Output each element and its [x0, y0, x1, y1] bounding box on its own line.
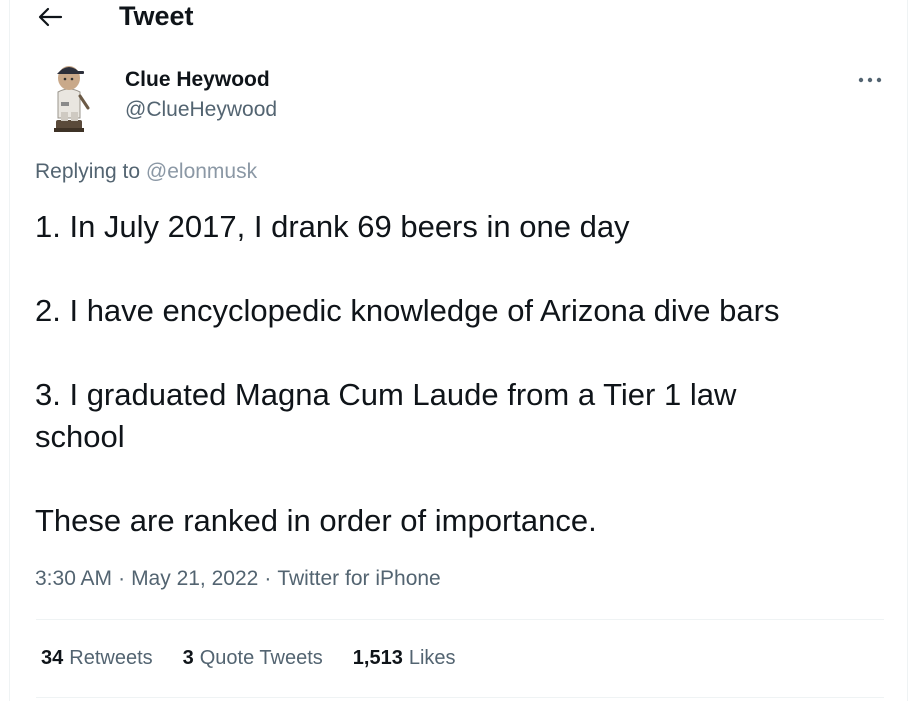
meta-separator: · — [118, 567, 126, 590]
tweet-text: 1. In July 2017, I drank 69 beers in one… — [35, 206, 885, 542]
retweets-count: 34 — [41, 647, 64, 669]
mention-link[interactable]: @elonmusk — [146, 160, 257, 183]
avatar[interactable] — [44, 58, 96, 134]
tweet-detail-page: Tweet Clue Heywood @ClueHeywood Replying… — [0, 0, 919, 701]
arrow-left-icon — [38, 7, 63, 27]
quote-tweets-count: 3 — [182, 647, 194, 669]
tweet-line: 3. I graduated Magna Cum Laude from a Ti… — [35, 377, 737, 412]
retweets-label: Retweets — [69, 647, 153, 669]
page-title: Tweet — [119, 1, 194, 31]
tweet-line: 1. In July 2017, I drank 69 beers in one… — [35, 209, 630, 244]
tweet-stats: 34 Retweets 3 Quote Tweets 1,513 Likes — [41, 647, 456, 670]
meta-separator: · — [264, 567, 272, 590]
divider — [36, 619, 884, 620]
likes-label: Likes — [408, 647, 456, 669]
replying-to-label: Replying to — [35, 160, 141, 183]
page-header: Tweet — [0, 0, 919, 38]
tweet-line: 2. I have encyclopedic knowledge of Ariz… — [35, 293, 780, 328]
more-options-button[interactable] — [852, 68, 888, 92]
column-border-left — [9, 0, 10, 701]
tweet-line: school — [35, 419, 125, 454]
bobblehead-avatar — [54, 66, 90, 132]
author-handle[interactable]: @ClueHeywood — [125, 98, 277, 122]
more-dots-icon — [858, 77, 882, 83]
quote-tweets-label: Quote Tweets — [199, 647, 323, 669]
column-border-right — [907, 0, 908, 701]
author-name[interactable]: Clue Heywood — [125, 68, 270, 92]
likes-count: 1,513 — [352, 647, 403, 669]
tweet-meta: 3:30 AM · May 21, 2022 · Twitter for iPhone — [35, 567, 441, 591]
likes-stat[interactable]: 1,513 Likes — [353, 647, 456, 670]
tweet-source[interactable]: Twitter for iPhone — [277, 567, 440, 590]
tweet-date[interactable]: May 21, 2022 — [131, 567, 258, 590]
quote-tweets-stat[interactable]: 3 Quote Tweets — [183, 647, 323, 670]
divider — [36, 697, 884, 698]
replying-to-line: Replying to @elonmusk — [35, 160, 257, 184]
back-button[interactable] — [32, 2, 68, 32]
tweet-time[interactable]: 3:30 AM — [35, 567, 112, 590]
retweets-stat[interactable]: 34 Retweets — [41, 647, 153, 670]
tweet-line: These are ranked in order of importance. — [35, 503, 597, 538]
